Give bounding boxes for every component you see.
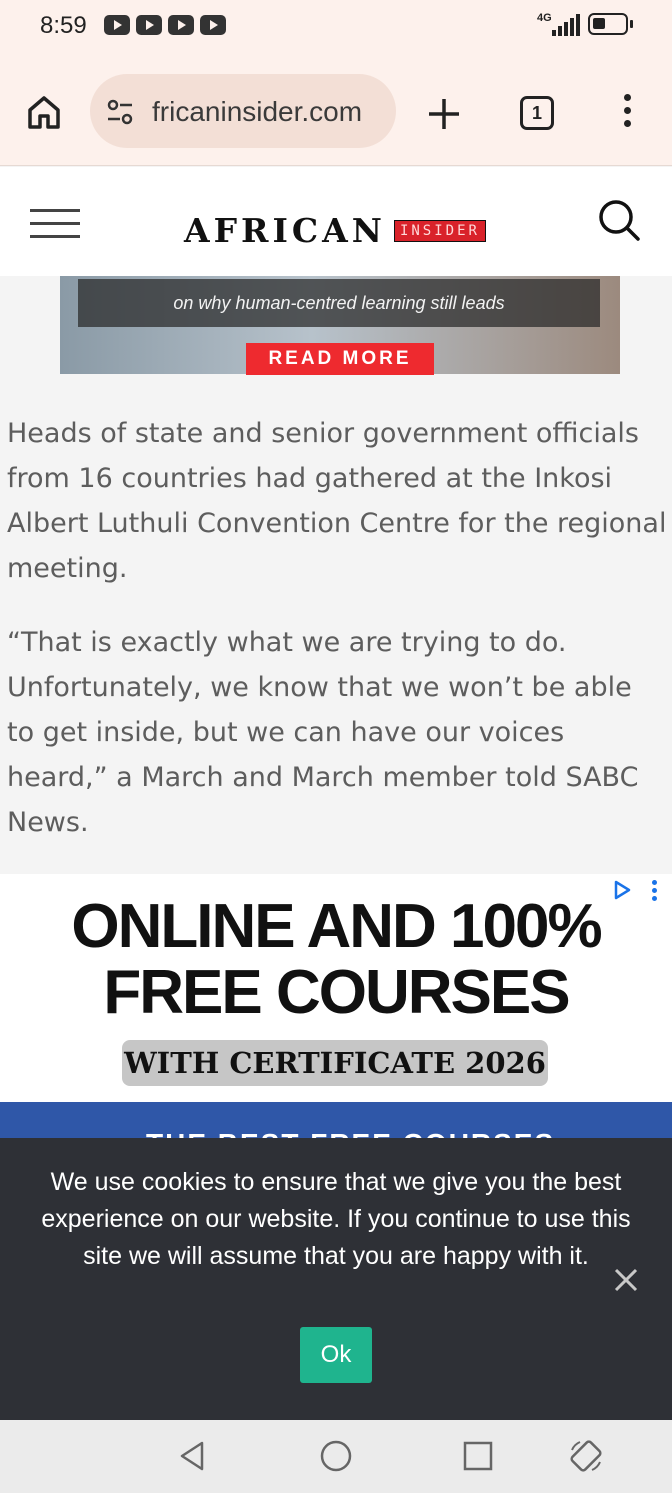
article-paragraph: “That is exactly what we are trying to d… [7,627,639,838]
tab-switcher-button[interactable]: 1 [520,96,554,130]
cookie-ok-button[interactable]: Ok [300,1327,372,1383]
read-more-button[interactable]: READ MORE [246,343,434,375]
browser-toolbar: fricaninsider.com 1 [0,52,672,166]
youtube-notification-icon [104,15,130,35]
search-icon[interactable] [596,197,642,243]
home-circle-icon[interactable] [318,1438,354,1474]
recents-icon[interactable] [460,1438,496,1474]
home-icon[interactable] [24,92,64,132]
youtube-notification-icon [136,15,162,35]
site-header: AFRICAN INSIDER [0,167,672,276]
menu-dots-icon[interactable] [618,94,636,134]
rotate-icon[interactable] [568,1438,604,1474]
banner-caption-box: on why human-centred learning still lead… [78,279,600,327]
battery-icon [588,13,633,35]
url-text[interactable]: fricaninsider.com [152,96,362,128]
ad-footer-bar: THE BEST FREE COURSES [0,1102,672,1140]
logo-main-text: AFRICAN [184,211,386,250]
notification-icons [104,15,226,35]
back-icon[interactable] [174,1438,210,1474]
ad-headline: FREE COURSES [103,958,570,1027]
cookie-consent-banner: We use cookies to ensure that we give yo… [0,1138,672,1420]
system-nav-bar [0,1420,672,1493]
site-logo[interactable]: AFRICAN INSIDER [184,211,486,250]
youtube-notification-icon [200,15,226,35]
plus-icon[interactable] [426,96,462,132]
cookie-message: We use cookies to ensure that we give yo… [41,1168,631,1270]
status-time: 8:59 [40,12,87,39]
address-bar[interactable]: fricaninsider.com [90,74,396,148]
article-paragraph: Heads of state and senior government off… [7,418,667,584]
status-bar: 8:59 4G [0,0,672,52]
signal-icon [552,14,580,36]
tune-icon[interactable] [104,96,136,128]
network-type: 4G [537,12,552,24]
youtube-notification-icon [168,15,194,35]
ad-subline: WITH CERTIFICATE 2026 [122,1040,548,1086]
ad-headline: ONLINE AND 100% [71,892,602,961]
advertisement[interactable]: ONLINE AND 100% FREE COURSES WITH CERTIF… [0,874,672,1140]
hamburger-icon[interactable] [30,209,80,239]
banner-caption: on why human-centred learning still lead… [173,293,505,313]
logo-badge: INSIDER [393,219,486,242]
close-icon[interactable] [612,1266,640,1294]
